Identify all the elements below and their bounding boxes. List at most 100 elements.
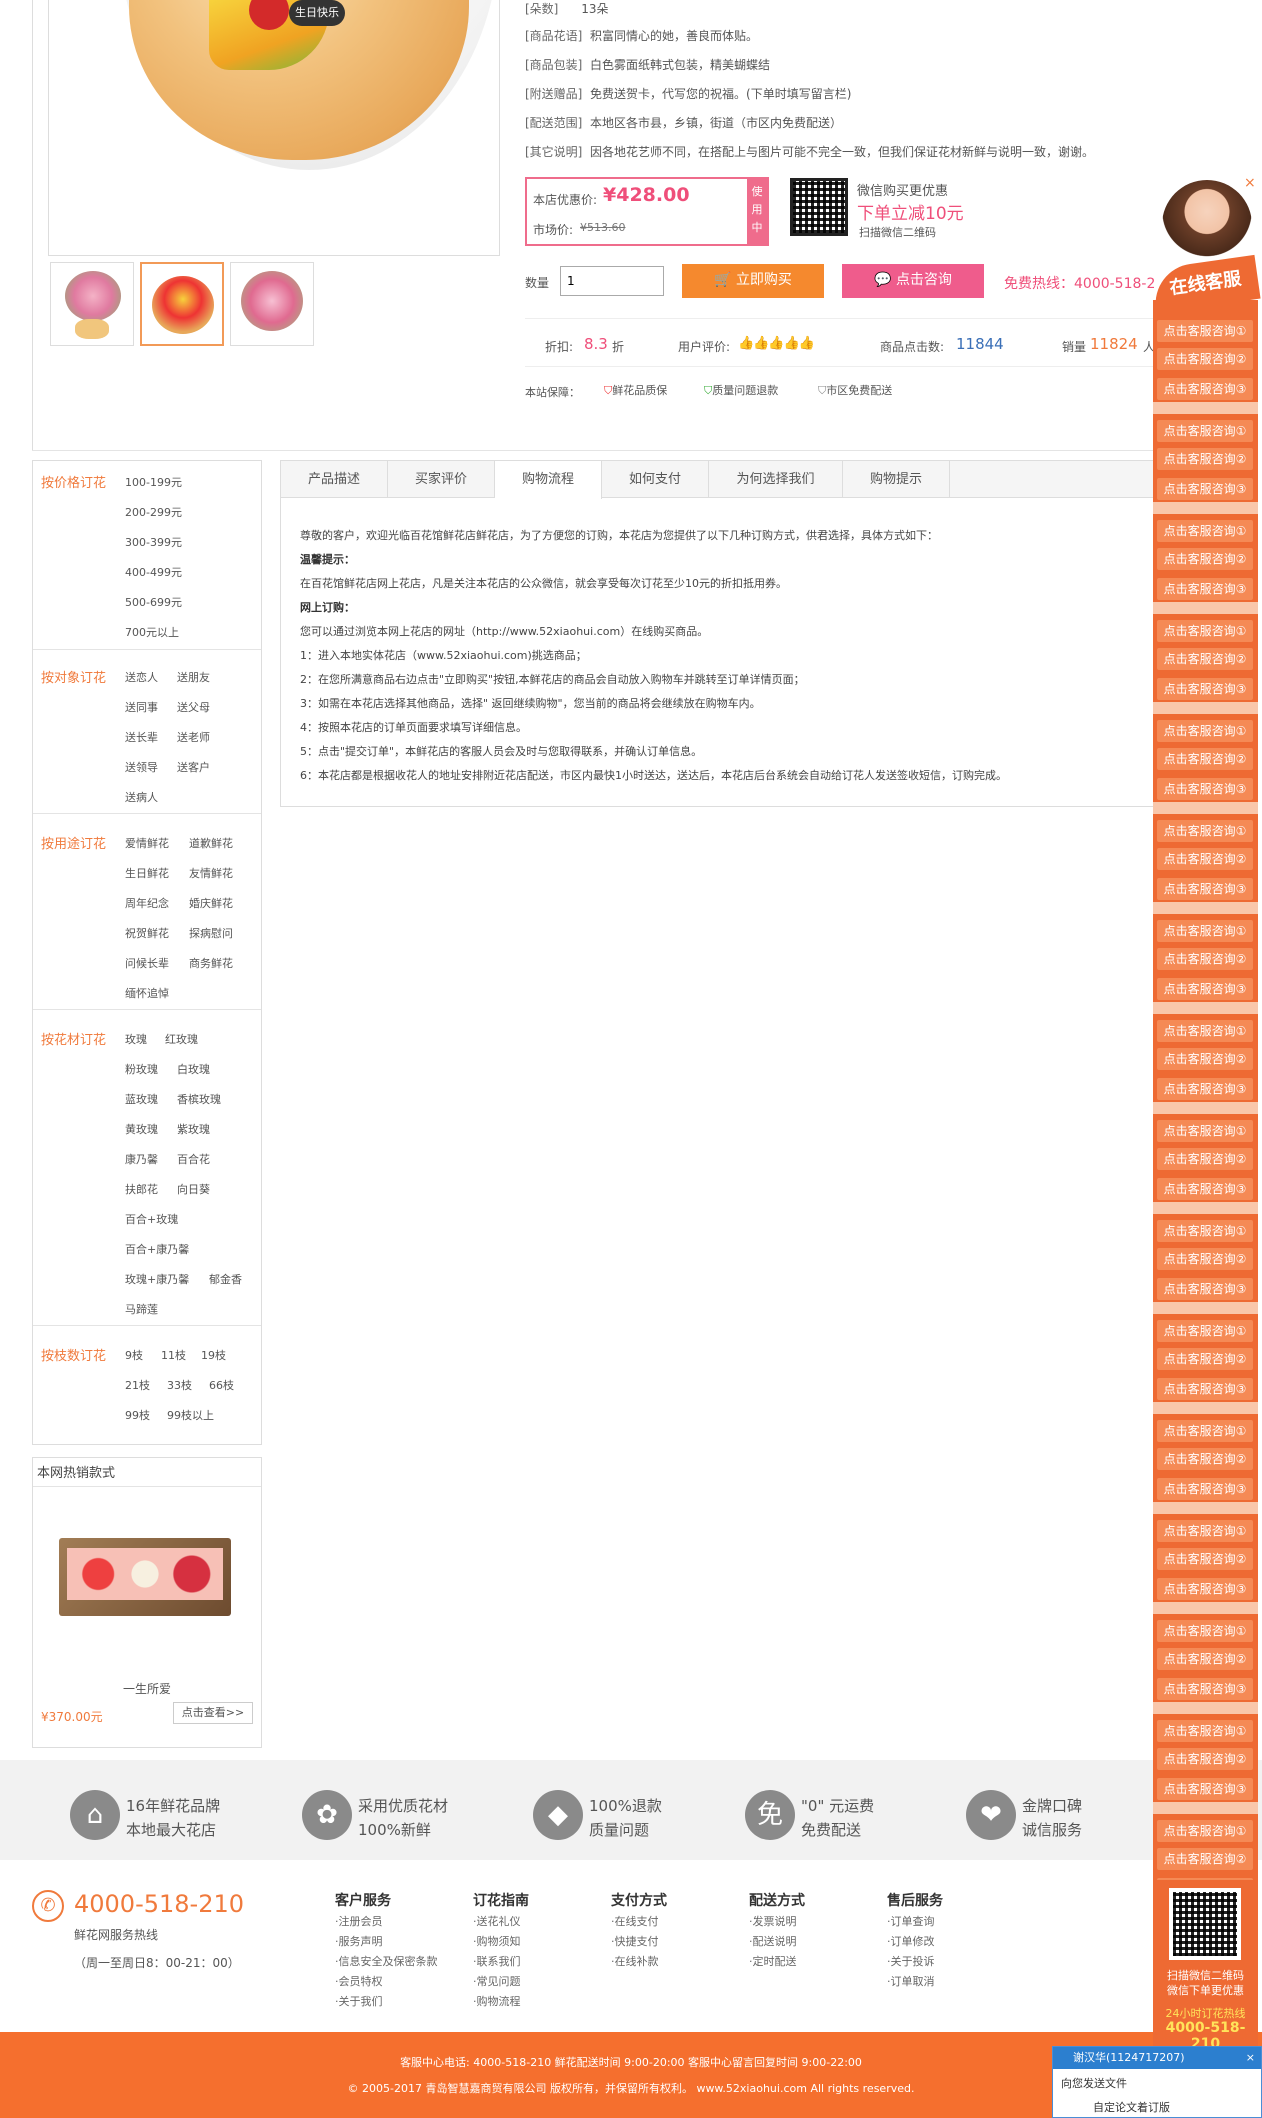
service-button-2[interactable]: 点击客服咨询② — [1157, 1048, 1253, 1070]
service-button-3[interactable]: 点击客服咨询③ — [1157, 378, 1253, 400]
footer-link[interactable]: ·联系我们 — [473, 1952, 529, 1972]
service-button-1[interactable]: 点击客服咨询① — [1157, 320, 1253, 342]
service-button-3[interactable]: 点击客服咨询③ — [1157, 978, 1253, 1000]
service-button-3[interactable]: 点击客服咨询③ — [1157, 878, 1253, 900]
service-button-1[interactable]: 点击客服咨询① — [1157, 520, 1253, 542]
category-item[interactable]: 生日鲜花 — [125, 865, 169, 881]
category-item[interactable]: 11枝 — [161, 1347, 186, 1363]
service-button-3[interactable]: 点击客服咨询③ — [1157, 1178, 1253, 1200]
footer-link[interactable]: ·购物流程 — [473, 1992, 529, 2012]
footer-link[interactable]: ·订单修改 — [887, 1932, 943, 1952]
service-button-2[interactable]: 点击客服咨询② — [1157, 948, 1253, 970]
footer-link[interactable]: ·订单取消 — [887, 1972, 943, 1992]
service-button-1[interactable]: 点击客服咨询① — [1157, 1720, 1253, 1742]
category-item[interactable]: 向日葵 — [177, 1181, 210, 1197]
tab-shopping-process[interactable]: 购物流程 — [495, 461, 602, 499]
service-button-2[interactable]: 点击客服咨询② — [1157, 848, 1253, 870]
service-button-1[interactable]: 点击客服咨询① — [1157, 920, 1253, 942]
tab-why-us[interactable]: 为何选择我们 — [709, 461, 843, 498]
category-item[interactable]: 玫瑰+康乃馨 — [125, 1271, 189, 1287]
category-item[interactable]: 送客户 — [177, 759, 210, 775]
footer-link[interactable]: ·购物须知 — [473, 1932, 529, 1952]
view-button[interactable]: 点击查看>> — [173, 1702, 253, 1724]
category-item[interactable]: 99枝 — [125, 1407, 150, 1423]
quantity-input[interactable] — [560, 266, 664, 296]
category-item[interactable]: 300-399元 — [125, 534, 182, 550]
category-item[interactable]: 蓝玫瑰 — [125, 1091, 158, 1107]
category-item[interactable]: 白玫瑰 — [177, 1061, 210, 1077]
footer-link[interactable]: ·在线补款 — [611, 1952, 667, 1972]
category-item[interactable]: 康乃馨 — [125, 1151, 158, 1167]
chat-popup[interactable]: 谢汉华(1124717207) × 向您发送文件 自定论文着订版 — [1052, 2046, 1262, 2118]
service-button-2[interactable]: 点击客服咨询② — [1157, 748, 1253, 770]
footer-link[interactable]: ·发票说明 — [749, 1912, 805, 1932]
service-button-3[interactable]: 点击客服咨询③ — [1157, 478, 1253, 500]
service-button-2[interactable]: 点击客服咨询② — [1157, 1748, 1253, 1770]
service-button-3[interactable]: 点击客服咨询③ — [1157, 1678, 1253, 1700]
category-item[interactable]: 百合+康乃馨 — [125, 1241, 189, 1257]
close-icon[interactable]: × — [1244, 175, 1256, 191]
category-item[interactable]: 粉玫瑰 — [125, 1061, 158, 1077]
category-item[interactable]: 送父母 — [177, 699, 210, 715]
service-button-1[interactable]: 点击客服咨询① — [1157, 720, 1253, 742]
category-item[interactable]: 黄玫瑰 — [125, 1121, 158, 1137]
service-button-2[interactable]: 点击客服咨询② — [1157, 348, 1253, 370]
service-button-1[interactable]: 点击客服咨询① — [1157, 1620, 1253, 1642]
tab-payment[interactable]: 如何支付 — [602, 461, 709, 498]
category-item[interactable]: 百合+玫瑰 — [125, 1211, 178, 1227]
service-button-2[interactable]: 点击客服咨询② — [1157, 1848, 1253, 1870]
service-button-2[interactable]: 点击客服咨询② — [1157, 648, 1253, 670]
footer-link[interactable]: ·配送说明 — [749, 1932, 805, 1952]
service-button-1[interactable]: 点击客服咨询① — [1157, 1120, 1253, 1142]
buy-now-button[interactable]: 🛒 立即购买 — [682, 264, 824, 298]
category-item[interactable]: 送恋人 — [125, 669, 158, 685]
category-item[interactable]: 33枝 — [167, 1377, 192, 1393]
service-button-3[interactable]: 点击客服咨询③ — [1157, 578, 1253, 600]
category-item[interactable]: 道歉鲜花 — [189, 835, 233, 851]
footer-link[interactable]: ·订单查询 — [887, 1912, 943, 1932]
service-button-2[interactable]: 点击客服咨询② — [1157, 1248, 1253, 1270]
hot-product-image[interactable] — [59, 1538, 231, 1616]
footer-link[interactable]: ·送花礼仪 — [473, 1912, 529, 1932]
service-button-3[interactable]: 点击客服咨询③ — [1157, 1778, 1253, 1800]
service-button-3[interactable]: 点击客服咨询③ — [1157, 1578, 1253, 1600]
service-button-1[interactable]: 点击客服咨询① — [1157, 820, 1253, 842]
service-button-1[interactable]: 点击客服咨询① — [1157, 620, 1253, 642]
category-item[interactable]: 紫玫瑰 — [177, 1121, 210, 1137]
category-item[interactable]: 祝贺鲜花 — [125, 925, 169, 941]
footer-link[interactable]: ·在线支付 — [611, 1912, 667, 1932]
service-button-1[interactable]: 点击客服咨询① — [1157, 1320, 1253, 1342]
footer-link[interactable]: ·关于我们 — [335, 1992, 438, 2012]
close-icon[interactable]: × — [1246, 2047, 1255, 2069]
footer-link[interactable]: ·关于投诉 — [887, 1952, 943, 1972]
category-item[interactable]: 周年纪念 — [125, 895, 169, 911]
footer-link[interactable]: ·服务声明 — [335, 1932, 438, 1952]
service-button-2[interactable]: 点击客服咨询② — [1157, 1548, 1253, 1570]
service-button-3[interactable]: 点击客服咨询③ — [1157, 1378, 1253, 1400]
service-button-2[interactable]: 点击客服咨询② — [1157, 1648, 1253, 1670]
category-item[interactable]: 友情鲜花 — [189, 865, 233, 881]
category-item[interactable]: 送病人 — [125, 789, 158, 805]
category-item[interactable]: 送同事 — [125, 699, 158, 715]
tab-reviews[interactable]: 买家评价 — [388, 461, 495, 498]
category-item[interactable]: 缅怀追悼 — [125, 985, 169, 1001]
category-item[interactable]: 66枝 — [209, 1377, 234, 1393]
service-button-3[interactable]: 点击客服咨询③ — [1157, 1278, 1253, 1300]
service-button-1[interactable]: 点击客服咨询① — [1157, 1520, 1253, 1542]
category-item[interactable]: 21枝 — [125, 1377, 150, 1393]
category-item[interactable]: 爱情鲜花 — [125, 835, 169, 851]
category-item[interactable]: 问候长辈 — [125, 955, 169, 971]
footer-link[interactable]: ·注册会员 — [335, 1912, 438, 1932]
category-item[interactable]: 99枝以上 — [167, 1407, 214, 1423]
footer-link[interactable]: ·常见问题 — [473, 1972, 529, 1992]
category-item[interactable]: 100-199元 — [125, 474, 182, 490]
service-button-3[interactable]: 点击客服咨询③ — [1157, 678, 1253, 700]
service-button-2[interactable]: 点击客服咨询② — [1157, 1148, 1253, 1170]
service-button-1[interactable]: 点击客服咨询① — [1157, 1020, 1253, 1042]
category-item[interactable]: 9枝 — [125, 1347, 143, 1363]
service-button-2[interactable]: 点击客服咨询② — [1157, 548, 1253, 570]
category-item[interactable]: 商务鲜花 — [189, 955, 233, 971]
thumbnail-3[interactable] — [230, 262, 314, 346]
footer-link[interactable]: ·定时配送 — [749, 1952, 805, 1972]
service-button-2[interactable]: 点击客服咨询② — [1157, 448, 1253, 470]
